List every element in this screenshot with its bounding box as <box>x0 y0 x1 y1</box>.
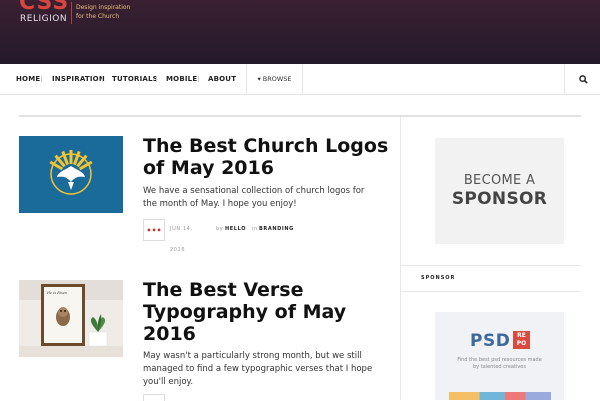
main-nav: HOME INSPIRATION TUTORIALS MOBILE ABOUT … <box>0 64 600 95</box>
article-1-title[interactable]: The Best Church Logos of May 2016 <box>143 135 388 179</box>
become-sponsor-ad[interactable]: BECOME A SPONSOR <box>435 138 564 244</box>
article-2-excerpt-line: May wasn't a particularly strong month, … <box>143 351 362 361</box>
psd-caption-line: by talented creatives <box>472 364 526 370</box>
thumbnail-verse-caption: He is Risen <box>47 291 68 295</box>
site-tagline: Design inspiration for the Church <box>76 3 130 21</box>
article-2-excerpt: May wasn't a particularly strong month, … <box>143 350 372 389</box>
sidebar-divider <box>401 265 581 266</box>
search-button[interactable] <box>564 64 600 94</box>
nav-separator <box>156 76 157 82</box>
psd-repo-preview-strip <box>449 392 551 400</box>
site-header: CSS RELIGION Design inspiration for the … <box>0 0 600 64</box>
article-1-thumbnail[interactable] <box>19 136 123 213</box>
article-2-excerpt-line: you'll enjoy. <box>143 377 194 387</box>
nav-separator <box>41 76 42 82</box>
psd-repo-ad[interactable] <box>435 312 564 400</box>
site-logo-word[interactable]: CSS <box>19 0 69 15</box>
sidebar-divider <box>401 291 581 292</box>
tagline-line-2: for the Church <box>76 13 120 20</box>
article-1-excerpt-line: the month of May. I hope you enjoy! <box>143 199 297 209</box>
tagline-line-1: Design inspiration <box>76 4 131 11</box>
article-2-title-line[interactable]: 2016 <box>143 323 346 345</box>
psd-repo-badge[interactable]: RE PO <box>513 331 530 349</box>
search-icon <box>578 74 588 84</box>
nav-item-home[interactable]: HOME <box>16 64 40 94</box>
sponsor-ad-line-1[interactable]: BECOME A <box>464 173 535 189</box>
psd-repo-caption: Find the best psd resources made by tale… <box>441 357 558 371</box>
article-1-date: JUN 14, <box>170 226 193 232</box>
article-1-category-link[interactable]: BRANDING <box>259 226 294 232</box>
article-1-excerpt-line: We have a sensational collection of chur… <box>143 186 365 196</box>
verse-typography-frame-image <box>19 280 123 357</box>
sidebar-section-title: SPONSOR <box>421 275 456 281</box>
article-1-date-year: 2016 <box>170 247 186 253</box>
article-2-excerpt-line: managed to find a few typographic verses… <box>143 364 373 374</box>
article-1-title-line[interactable]: The Best Church Logos <box>143 135 388 157</box>
article-1-title-line[interactable]: of May 2016 <box>143 157 388 179</box>
nav-separator <box>198 76 199 82</box>
article-2-thumbnail[interactable]: He is Risen <box>19 280 123 357</box>
psd-badge-line: PO <box>516 340 527 347</box>
nav-item-tutorials[interactable]: TUTORIALS <box>112 64 158 94</box>
nav-separator <box>102 76 103 82</box>
nav-item-mobile[interactable]: MOBILE <box>166 64 197 94</box>
article-2-title-line[interactable]: Typography of May <box>143 301 346 323</box>
article-1-more-button[interactable]: ••• <box>143 219 165 241</box>
site-logo-subword[interactable]: RELIGION <box>20 14 67 24</box>
article-1-excerpt: We have a sensational collection of chur… <box>143 185 364 211</box>
article-1-by-label: by <box>216 226 224 232</box>
logo-divider <box>71 2 72 24</box>
nav-item-inspiration[interactable]: INSPIRATION <box>52 64 105 94</box>
article-1-in-label: in <box>252 226 258 232</box>
nav-item-about[interactable]: ABOUT <box>208 64 236 94</box>
browse-dropdown[interactable]: ▾ BROWSE <box>246 64 303 94</box>
church-logo-dove-image <box>19 136 123 213</box>
sponsor-ad-line-2[interactable]: SPONSOR <box>452 189 547 209</box>
psd-repo-logo[interactable]: PSD <box>470 331 510 351</box>
article-1-author-link[interactable]: HELLO <box>225 226 246 232</box>
article-2-title[interactable]: The Best Verse Typography of May 2016 <box>143 279 346 345</box>
article-2-title-line[interactable]: The Best Verse <box>143 279 346 301</box>
psd-caption-line: Find the best psd resources made <box>457 357 542 363</box>
psd-badge-line: RE <box>517 332 526 339</box>
